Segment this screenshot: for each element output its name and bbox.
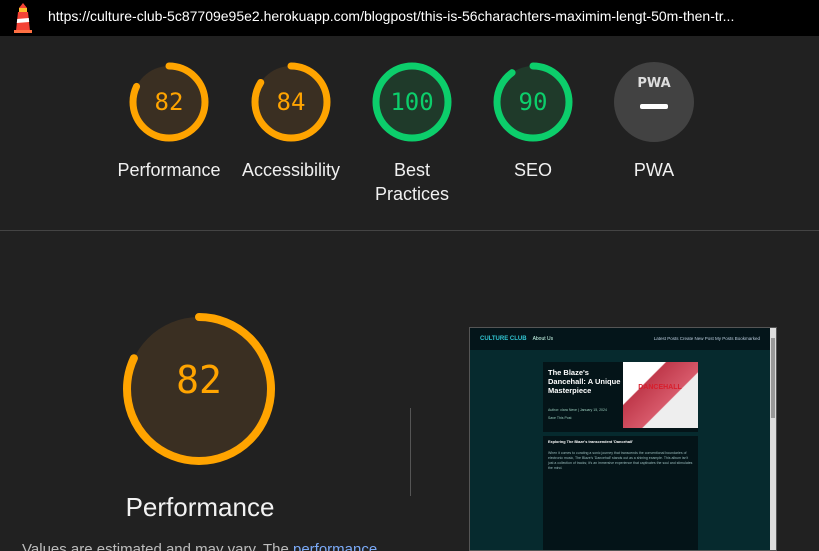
report-header-bar: https://culture-club-5c87709e95e2.heroku… xyxy=(0,0,819,36)
page-url[interactable]: https://culture-club-5c87709e95e2.heroku… xyxy=(48,8,816,24)
thumbnail-about: About Us xyxy=(532,336,554,342)
performance-link[interactable]: performance xyxy=(293,541,377,551)
thumbnail-save-link: Save This Post xyxy=(548,416,572,420)
thumbnail-hero-image xyxy=(623,362,698,428)
metrics-description: Values are estimated and may vary. The p… xyxy=(22,541,402,551)
gauge-performance[interactable]: 82 Performance xyxy=(104,60,234,182)
gauge-label: SEO xyxy=(513,160,552,180)
gauge-label: PWA xyxy=(633,160,675,180)
gauge-pwa[interactable]: PWA PWA xyxy=(589,60,719,182)
thumbnail-nav-links: Latest Posts Create New Post My Posts Bo… xyxy=(653,336,760,341)
gauge-seo[interactable]: 90 SEO xyxy=(468,60,598,182)
thumbnail-body-heading: Exploring The Blaze's transcendent 'Danc… xyxy=(548,440,633,444)
thumbnail-hero: The Blaze's Dancehall: A Unique Masterpi… xyxy=(543,362,698,432)
category-gauges: 82 Performance 84 Accessibility 100 Best… xyxy=(0,60,819,220)
thumbnail-scrollbar xyxy=(770,328,776,550)
gauge-score: 100 xyxy=(390,88,434,116)
thumbnail-body: Exploring The Blaze's transcendent 'Danc… xyxy=(543,436,698,550)
thumbnail-brand: CULTURE CLUB xyxy=(480,336,527,342)
gauge-score: 84 xyxy=(276,88,306,116)
gauge-label: Performance xyxy=(117,160,221,180)
gauge-label: Accessibility xyxy=(241,160,341,180)
thumbnail-navbar: CULTURE CLUB About Us Latest Posts Creat… xyxy=(470,328,776,350)
gauge-accessibility[interactable]: 84 Accessibility xyxy=(226,60,356,182)
vertical-divider xyxy=(410,408,411,496)
section-divider xyxy=(0,230,819,231)
thumbnail-hero-image-text: DANCEHALL xyxy=(638,384,682,391)
lighthouse-logo-icon xyxy=(14,3,32,33)
pwa-badge-text: PWA xyxy=(637,76,671,91)
gauge-score: 82 xyxy=(154,88,184,116)
gauge-label: Best Practices xyxy=(374,160,450,204)
thumbnail-hero-title: The Blaze's Dancehall: A Unique Masterpi… xyxy=(548,368,621,395)
gauge-score: 90 xyxy=(518,88,548,116)
thumbnail-scroll-thumb xyxy=(771,338,775,418)
gauge-best-practices[interactable]: 100 Best Practices xyxy=(347,60,477,206)
thumbnail-hero-meta: Author: clara Neve | January 15, 2024 xyxy=(548,408,607,412)
performance-large-score: 82 xyxy=(176,358,222,402)
pwa-badge-icon xyxy=(614,62,694,142)
performance-large-label: Performance xyxy=(125,492,275,522)
description-text: Values are estimated and may vary. The xyxy=(22,541,289,551)
thumbnail-body-text: When it comes to curating a sonic journe… xyxy=(548,451,693,470)
final-screenshot-thumbnail[interactable]: CULTURE CLUB About Us Latest Posts Creat… xyxy=(469,327,777,551)
